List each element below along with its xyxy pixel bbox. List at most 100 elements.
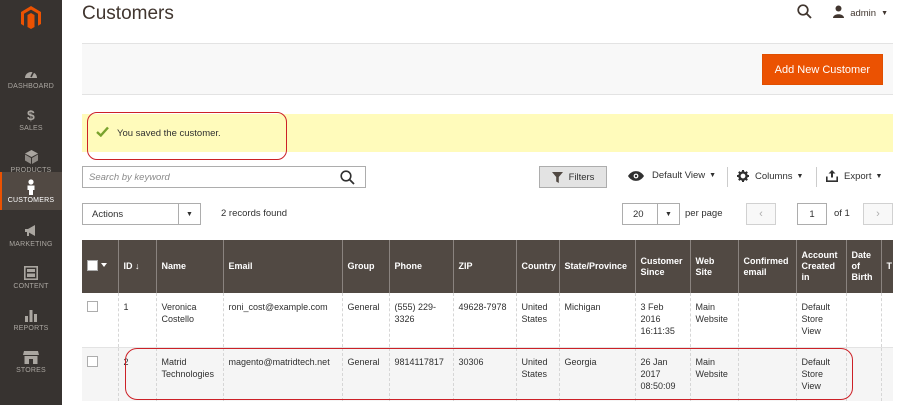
records-found: 2 records found xyxy=(221,208,288,219)
sidebar-item-content[interactable]: CONTENT xyxy=(0,256,62,298)
user-name[interactable]: admin xyxy=(850,8,876,19)
cell-state: Michigan xyxy=(558,293,635,348)
sidebar-item-label: REPORTS xyxy=(13,324,49,332)
cell-date-of-birth xyxy=(845,347,881,401)
cell-email: magento@matridtech.net xyxy=(222,347,342,401)
cell-customer-since: 26 Jan 2017 08:50:09 xyxy=(634,347,690,401)
mass-actions-select[interactable]: Actions ▼ xyxy=(82,203,201,225)
cube-icon xyxy=(24,149,38,165)
column-header-email[interactable]: Email xyxy=(222,240,342,293)
success-message-text: You saved the customer. xyxy=(117,127,221,139)
column-header-country[interactable]: Country xyxy=(515,240,559,293)
select-all-checkbox[interactable] xyxy=(82,240,118,293)
filter-icon xyxy=(551,171,563,183)
eye-icon xyxy=(628,170,644,181)
search-input[interactable] xyxy=(89,170,329,185)
divider xyxy=(816,167,817,187)
column-header-state[interactable]: State/Province xyxy=(558,240,635,293)
bar-chart-icon xyxy=(24,307,38,323)
cell-email: roni_cost@example.com xyxy=(222,293,342,348)
layout-icon xyxy=(24,265,38,281)
cell-id: 2 xyxy=(117,347,156,401)
prev-page-button[interactable]: ‹ xyxy=(746,203,776,225)
user-icon[interactable] xyxy=(832,5,845,21)
next-page-button[interactable]: › xyxy=(863,203,893,225)
chevron-down-icon[interactable]: ▼ xyxy=(881,10,888,17)
cell-zip: 30306 xyxy=(452,347,516,401)
sidebar-item-marketing[interactable]: MARKETING xyxy=(0,214,62,256)
sidebar-item-label: CONTENT xyxy=(13,282,49,290)
page-number-input[interactable]: 1 xyxy=(797,203,827,225)
column-header-website[interactable]: Web Site xyxy=(689,240,738,293)
gear-icon xyxy=(737,170,749,182)
cell-name: Veronica Costello xyxy=(155,293,223,348)
store-icon xyxy=(23,349,39,365)
default-view-label: Default View xyxy=(652,170,706,181)
cell-country: United States xyxy=(515,347,559,401)
sidebar-item-customers[interactable]: CUSTOMERS xyxy=(0,172,62,210)
row-checkbox[interactable] xyxy=(87,355,98,367)
add-new-customer-button[interactable]: Add New Customer xyxy=(761,54,883,85)
header-actions: admin ▼ xyxy=(797,4,888,22)
chevron-right-icon: › xyxy=(876,208,880,220)
column-header-account-created-in[interactable]: Account Created in xyxy=(795,240,846,293)
cell-date-of-birth xyxy=(845,293,881,348)
cell-account-created-in: Default Store View xyxy=(795,347,846,401)
export-dropdown[interactable]: Export ▼ xyxy=(826,170,882,182)
export-icon xyxy=(826,170,838,182)
dollar-icon: $ xyxy=(27,106,35,123)
row-checkbox[interactable] xyxy=(87,301,98,312)
sidebar-item-stores[interactable]: STORES xyxy=(0,340,62,382)
filters-button[interactable]: Filters xyxy=(539,166,607,188)
page-total: of 1 xyxy=(834,208,850,219)
cell-group: General xyxy=(341,293,389,348)
column-header-truncated[interactable]: T xyxy=(880,240,893,293)
magento-logo[interactable] xyxy=(0,0,62,36)
sidebar-item-label: DASHBOARD xyxy=(7,82,55,90)
table-row[interactable]: 1 Veronica Costello roni_cost@example.co… xyxy=(82,293,893,348)
sidebar-item-reports[interactable]: REPORTS xyxy=(0,298,62,340)
chevron-down-icon: ▼ xyxy=(657,204,679,224)
column-header-confirmed-email[interactable]: Confirmed email xyxy=(737,240,796,293)
chevron-down-icon: ▼ xyxy=(709,172,717,179)
sort-arrow-icon: ↓ xyxy=(135,261,140,271)
column-header-customer-since[interactable]: Customer Since xyxy=(634,240,690,293)
per-page-label: per page xyxy=(685,208,723,219)
search-icon[interactable] xyxy=(340,170,355,190)
sidebar-item-label: CUSTOMERS xyxy=(7,196,55,204)
success-message: You saved the customer. xyxy=(82,114,893,152)
cell-customer-since: 3 Feb 2016 16:11:35 xyxy=(634,293,690,348)
per-page-select[interactable]: 20 ▼ xyxy=(622,203,680,225)
sidebar-item-label: MARKETING xyxy=(9,240,53,248)
chevron-left-icon: ‹ xyxy=(759,208,763,220)
cell-confirmed-email xyxy=(737,293,796,348)
column-header-name[interactable]: Name xyxy=(155,240,223,293)
grid-header-row: ID ↓ Name Email Group Phone ZIP Country … xyxy=(82,240,893,293)
column-header-group[interactable]: Group xyxy=(341,240,389,293)
default-view-dropdown[interactable]: Default View ▼ xyxy=(628,170,716,181)
dashboard-icon xyxy=(24,65,38,81)
row-checkbox-cell xyxy=(82,293,118,348)
table-row[interactable]: 2 Matrid Technologies magento@matridtech… xyxy=(82,347,893,401)
cell-zip: 49628-7978 xyxy=(452,293,516,348)
filters-label: Filters xyxy=(568,171,595,183)
columns-label: Columns xyxy=(755,170,793,182)
chevron-down-icon: ▼ xyxy=(178,204,200,224)
per-page-value: 20 xyxy=(633,208,644,220)
customers-grid: ID ↓ Name Email Group Phone ZIP Country … xyxy=(82,240,893,401)
column-header-phone[interactable]: Phone xyxy=(388,240,453,293)
cell-website: Main Website xyxy=(689,293,738,348)
column-header-zip[interactable]: ZIP xyxy=(452,240,516,293)
columns-dropdown[interactable]: Columns ▼ xyxy=(737,170,803,182)
cell-state: Georgia xyxy=(558,347,635,401)
chevron-down-icon: ▼ xyxy=(875,172,883,180)
column-header-id[interactable]: ID ↓ xyxy=(117,240,156,293)
sidebar-item-label: SALES xyxy=(19,124,43,132)
export-label: Export xyxy=(844,170,872,182)
column-header-date-of-birth[interactable]: Date of Birth xyxy=(845,240,881,293)
sidebar-item-sales[interactable]: $ SALES xyxy=(0,98,62,140)
keyword-search xyxy=(82,166,366,188)
sidebar-item-dashboard[interactable]: DASHBOARD xyxy=(0,56,62,98)
search-icon[interactable] xyxy=(797,4,812,22)
row-checkbox-cell xyxy=(82,347,118,401)
